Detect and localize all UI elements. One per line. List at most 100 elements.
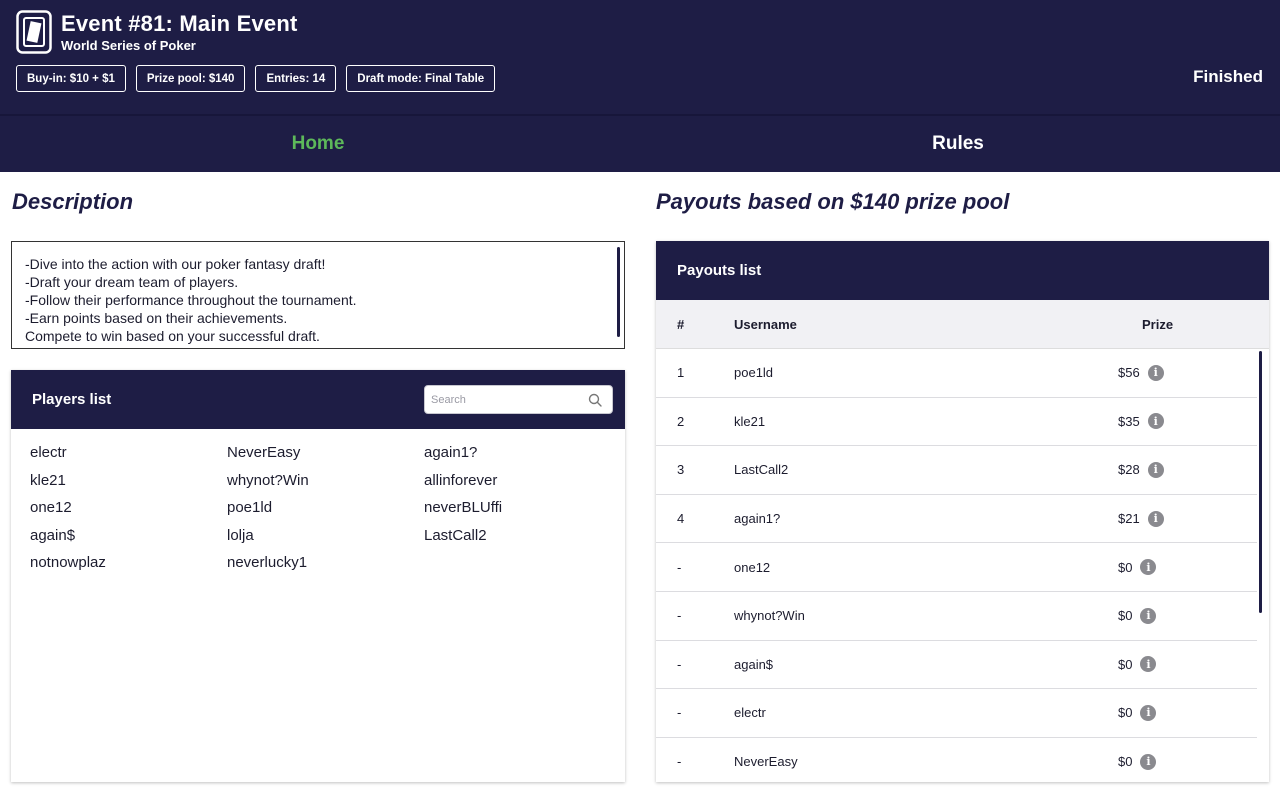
prize-value: $35 (1118, 413, 1140, 429)
username-cell: LastCall2 (734, 462, 789, 478)
player-item[interactable]: again1? (424, 444, 614, 462)
payouts-panel-header: Payouts list (656, 241, 1269, 300)
username-column-header: Username (734, 316, 797, 332)
payouts-panel-title: Payouts list (677, 262, 762, 279)
info-icon[interactable]: i (1147, 510, 1164, 527)
username-cell: one12 (734, 559, 771, 575)
players-grid: electr NeverEasy again1? kle21 whynot?Wi… (30, 444, 614, 572)
event-subtitle: World Series of Poker (61, 38, 196, 53)
table-row: - again$ $0 i (656, 641, 1257, 690)
info-icon[interactable]: i (1147, 461, 1164, 478)
description-line: -Dive into the action with our poker fan… (25, 256, 326, 272)
rank-cell: - (677, 608, 682, 624)
rank-column-header: # (677, 316, 685, 332)
payouts-panel: Payouts list # Username Prize 1 poe1ld $… (656, 241, 1269, 782)
rank-cell: - (677, 705, 682, 721)
payouts-title: Payouts based on $140 prize pool (656, 189, 1010, 214)
prize-column-header: Prize (1142, 316, 1174, 332)
player-item[interactable]: LastCall2 (424, 527, 614, 545)
description-line: -Draft your dream team of players. (25, 274, 239, 290)
player-item[interactable]: electr (30, 444, 227, 462)
player-item[interactable]: notnowplaz (30, 554, 227, 572)
player-item[interactable]: one12 (30, 499, 227, 517)
player-item[interactable]: poe1ld (227, 499, 424, 517)
table-row: 4 again1? $21 i (656, 495, 1257, 544)
info-icon[interactable]: i (1147, 413, 1164, 430)
main-nav: Home Rules (0, 114, 1280, 172)
username-cell: NeverEasy (734, 754, 798, 770)
rank-cell: - (677, 754, 682, 770)
players-panel: Players list electr NeverEasy again1? kl… (11, 370, 625, 782)
description-scrollbar[interactable] (617, 247, 620, 337)
info-icon[interactable]: i (1140, 656, 1157, 673)
payouts-scrollbar[interactable] (1259, 351, 1262, 613)
prize-value: $21 (1118, 511, 1140, 527)
prize-cell: $35 i (1097, 413, 1237, 430)
tab-home[interactable]: Home (0, 116, 640, 172)
player-item[interactable]: NeverEasy (227, 444, 424, 462)
description-line: Compete to win based on your successful … (25, 328, 320, 344)
table-row: 3 LastCall2 $28 i (656, 446, 1257, 495)
info-icon[interactable]: i (1140, 559, 1157, 576)
table-row: - whynot?Win $0 i (656, 592, 1257, 641)
prize-cell: $0 i (1097, 704, 1237, 721)
entries-badge: Entries: 14 (255, 65, 337, 92)
username-cell: poe1ld (734, 365, 774, 381)
prize-cell: $0 i (1097, 753, 1237, 770)
info-icon[interactable]: i (1147, 364, 1164, 381)
player-item[interactable]: lolja (227, 527, 424, 545)
buy-in-badge: Buy-in: $10 + $1 (16, 65, 126, 92)
username-cell: again1? (734, 511, 781, 527)
username-cell: kle21 (734, 413, 766, 429)
tab-rules[interactable]: Rules (640, 116, 1280, 172)
info-icon[interactable]: i (1140, 704, 1157, 721)
prize-cell: $28 i (1097, 461, 1237, 478)
player-item[interactable]: again$ (30, 527, 227, 545)
playing-card-icon (16, 10, 52, 54)
rank-cell: 4 (677, 511, 685, 527)
prize-value: $0 (1118, 705, 1133, 721)
event-status: Finished (1193, 67, 1263, 86)
search-input[interactable] (425, 386, 585, 413)
search-icon[interactable] (588, 393, 602, 407)
prize-value: $0 (1118, 559, 1133, 575)
rank-cell: - (677, 656, 682, 672)
table-row: - NeverEasy $0 i (656, 738, 1257, 782)
info-icon[interactable]: i (1140, 607, 1157, 624)
draft-mode-badge: Draft mode: Final Table (346, 65, 496, 92)
prize-value: $0 (1118, 754, 1133, 770)
table-row: 2 kle21 $35 i (656, 398, 1257, 447)
prize-value: $0 (1118, 608, 1133, 624)
username-cell: electr (734, 705, 766, 721)
description-title: Description (12, 189, 134, 214)
table-row: - electr $0 i (656, 689, 1257, 738)
player-item[interactable]: allinforever (424, 472, 614, 490)
prize-cell: $0 i (1097, 607, 1237, 624)
description-line: -Earn points based on their achievements… (25, 310, 288, 326)
username-cell: again$ (734, 656, 774, 672)
description-line: -Follow their performance throughout the… (25, 292, 357, 308)
player-search[interactable] (424, 385, 613, 414)
payouts-table-body: 1 poe1ld $56 i 2 kle21 $35 i 3 LastCall2 $… (656, 349, 1269, 782)
prize-value: $56 (1118, 365, 1140, 381)
player-item[interactable]: whynot?Win (227, 472, 424, 490)
prize-cell: $21 i (1097, 510, 1237, 527)
rank-cell: 3 (677, 462, 685, 478)
player-item[interactable]: neverBLUffi (424, 499, 614, 517)
prize-cell: $0 i (1097, 559, 1237, 576)
player-item[interactable]: kle21 (30, 472, 227, 490)
player-item[interactable]: neverlucky1 (227, 554, 424, 572)
username-cell: whynot?Win (734, 608, 805, 624)
event-badges: Buy-in: $10 + $1 Prize pool: $140 Entrie… (16, 65, 496, 92)
prize-value: $0 (1118, 656, 1133, 672)
prize-pool-badge: Prize pool: $140 (135, 65, 246, 92)
info-icon[interactable]: i (1140, 753, 1157, 770)
header-bar: Event #81: Main Event World Series of Po… (0, 0, 1280, 114)
rank-cell: - (677, 559, 682, 575)
table-row: 1 poe1ld $56 i (656, 349, 1257, 398)
prize-value: $28 (1118, 462, 1140, 478)
table-row: - one12 $0 i (656, 543, 1257, 592)
description-box[interactable]: -Dive into the action with our poker fan… (11, 241, 625, 349)
rank-cell: 1 (677, 365, 685, 381)
event-title: Event #81: Main Event (61, 11, 298, 36)
